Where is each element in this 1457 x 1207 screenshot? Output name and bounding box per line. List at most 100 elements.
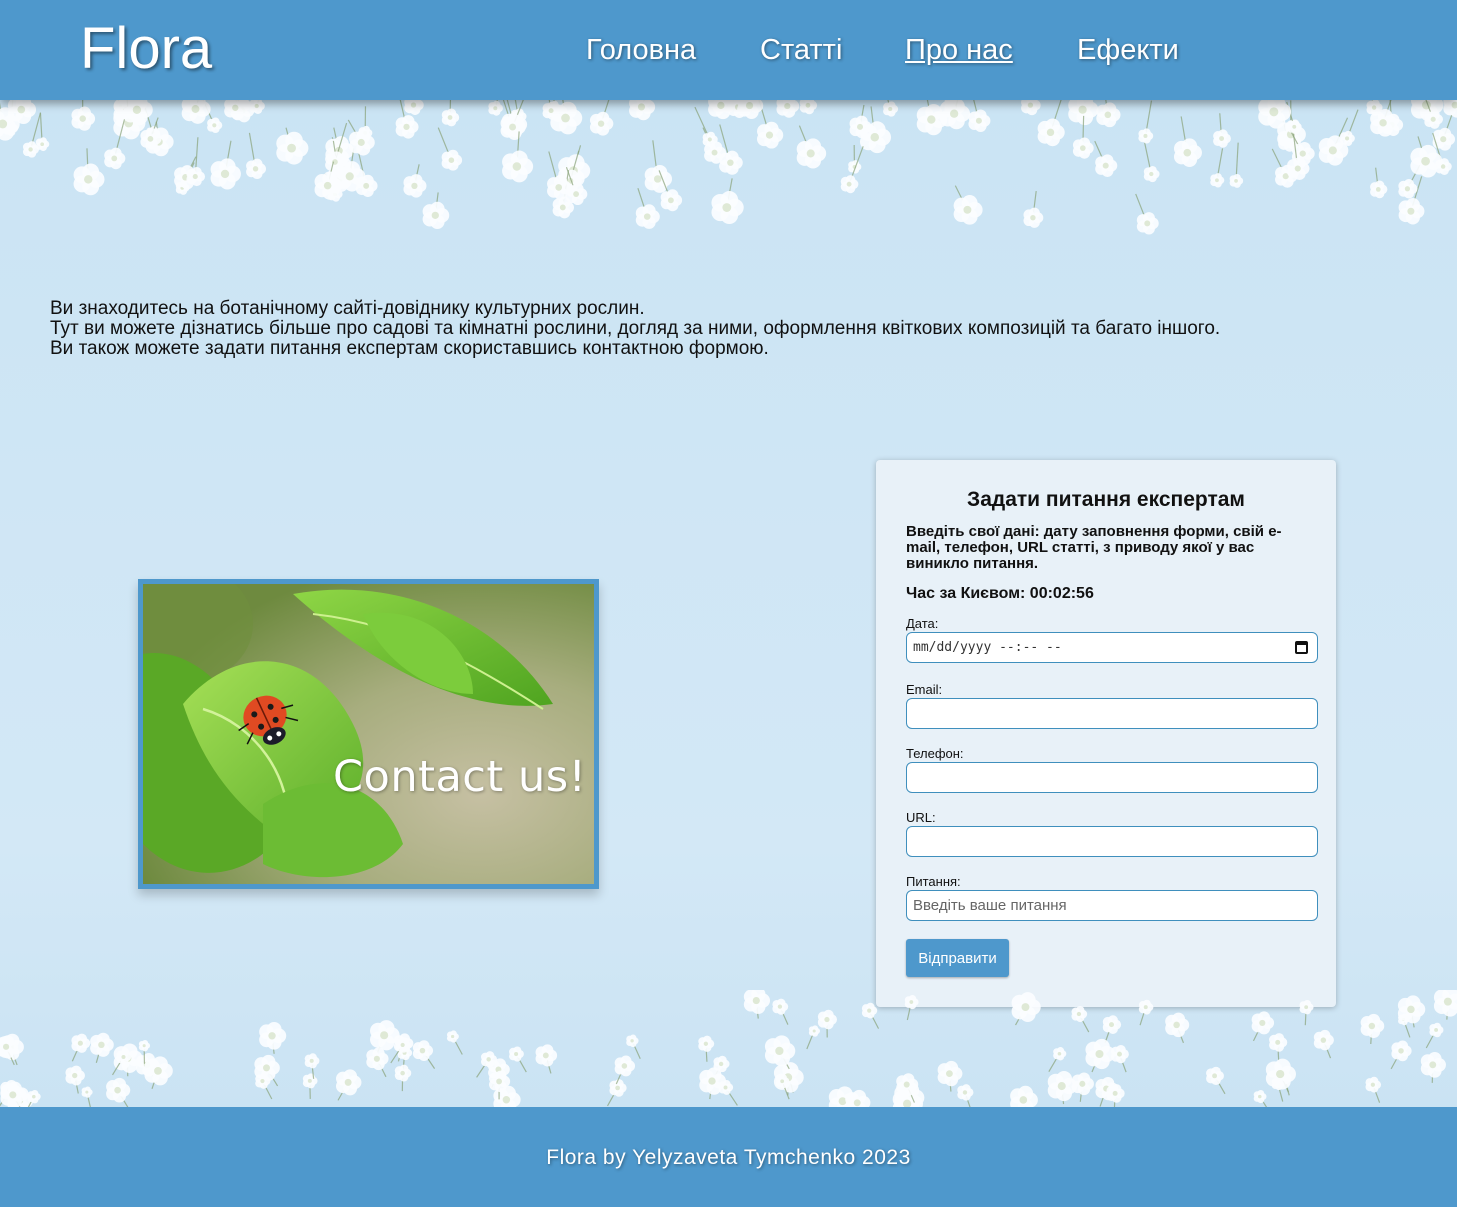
- email-label: Email:: [906, 682, 943, 697]
- intro-line-1: Ви знаходитесь на ботанічному сайті-дові…: [50, 298, 645, 319]
- flower-cluster: [71, 106, 96, 131]
- site-header: Flora Головна Статті Про нас Ефекти: [0, 0, 1457, 100]
- contact-form: Задати питання експертам Введіть свої да…: [876, 460, 1336, 1007]
- flower-cluster: [446, 1030, 459, 1043]
- flower-cluster: [1138, 128, 1154, 144]
- flower-cluster: [276, 131, 309, 165]
- phone-label: Телефон:: [906, 746, 964, 761]
- flower-cluster: [1433, 990, 1457, 1017]
- flower-cluster: [27, 1089, 41, 1104]
- calendar-icon[interactable]: [1295, 641, 1308, 654]
- flower-cluster: [81, 1086, 93, 1098]
- flower-cluster: [861, 1002, 878, 1019]
- flower-cluster: [644, 164, 673, 193]
- flower-cluster: [144, 1056, 173, 1086]
- flower-cluster: [937, 1060, 963, 1087]
- main-nav: Головна Статті Про нас Ефекти: [0, 32, 1457, 72]
- flower-cluster: [1269, 1033, 1288, 1052]
- flower-cluster: [772, 998, 789, 1015]
- flower-cluster: [719, 150, 743, 175]
- date-label: Дата:: [906, 616, 939, 631]
- flower-cluster: [614, 1055, 636, 1077]
- nav-about[interactable]: Про нас: [905, 32, 1013, 68]
- flower-cluster: [1102, 1015, 1122, 1035]
- flower-cluster: [104, 147, 126, 170]
- intro-line-3: Ви також можете задати питання експертам…: [50, 338, 769, 359]
- flower-cluster: [1429, 1022, 1444, 1038]
- email-input[interactable]: [906, 698, 1318, 729]
- ladybug-leaf-illustration: [143, 584, 594, 884]
- flower-cluster: [122, 100, 153, 126]
- flower-cluster: [589, 111, 614, 136]
- flower-cluster: [1398, 178, 1418, 199]
- phone-input[interactable]: [906, 762, 1318, 793]
- flower-cluster: [441, 149, 463, 171]
- flower-cluster: [186, 167, 206, 187]
- flower-cluster: [1443, 100, 1457, 118]
- flower-cluster: [1021, 100, 1041, 116]
- phone-field-group: Телефон:: [906, 747, 1318, 793]
- flower-cluster: [1206, 1066, 1224, 1086]
- intro-line-2: Тут ви можете дізнатись більше про садов…: [50, 318, 1221, 339]
- flower-cluster: [1106, 1084, 1125, 1103]
- flower-cluster: [1047, 1071, 1078, 1102]
- flower-cluster: [1138, 999, 1154, 1015]
- flower-cluster: [764, 1035, 796, 1067]
- nav-articles[interactable]: Статті: [760, 32, 842, 68]
- question-input[interactable]: Введіть ваше питання: [906, 890, 1318, 921]
- flower-cluster: [1096, 102, 1121, 128]
- flower-cluster: [254, 1054, 280, 1081]
- submit-button[interactable]: Відправити: [906, 939, 1009, 977]
- date-input[interactable]: mm/dd/yyyy --:-- --: [906, 632, 1318, 663]
- flower-cluster: [336, 1069, 362, 1096]
- flower-cluster: [1424, 109, 1443, 129]
- flower-cluster: [1165, 1012, 1190, 1038]
- flower-cluster: [403, 174, 427, 198]
- flower-cluster: [1265, 1058, 1296, 1090]
- flower-cluster: [629, 100, 656, 121]
- flower-cluster: [138, 1039, 151, 1052]
- flower-cluster: [535, 1044, 558, 1067]
- flower-cluster: [799, 100, 818, 115]
- flower-cluster: [207, 117, 223, 134]
- kyiv-time-label: Час за Києвом: 00:02:56: [906, 585, 1094, 602]
- flower-cluster: [1360, 1013, 1385, 1039]
- flower-cluster: [1095, 154, 1118, 177]
- flower-cluster: [1023, 207, 1044, 228]
- flower-cluster: [1313, 1029, 1334, 1051]
- flower-cluster: [106, 1077, 131, 1103]
- nav-effects[interactable]: Ефекти: [1077, 32, 1179, 68]
- flower-cluster: [1432, 127, 1456, 151]
- flower-cluster: [422, 201, 450, 229]
- flower-cluster: [1136, 212, 1159, 235]
- footer-credits: Flora by Yelyzaveta Tymchenko 2023: [546, 1146, 911, 1169]
- flower-cluster: [1339, 130, 1355, 147]
- flower-cluster: [776, 100, 800, 118]
- flower-cluster: [626, 1034, 639, 1048]
- nav-home[interactable]: Головна: [586, 32, 696, 68]
- flower-cluster: [509, 1046, 524, 1062]
- flower-cluster: [1253, 1090, 1267, 1104]
- flowers-decoration-bottom: [0, 990, 1457, 1107]
- flower-cluster: [848, 160, 862, 174]
- flower-cluster: [939, 100, 971, 130]
- flower-cluster: [635, 204, 660, 229]
- flower-cluster: [1011, 992, 1041, 1022]
- flower-cluster: [808, 1025, 821, 1037]
- flower-cluster: [259, 1021, 287, 1050]
- flower-cluster: [743, 990, 771, 1014]
- flower-cluster: [609, 1079, 627, 1097]
- flower-cluster: [1053, 1047, 1067, 1061]
- flower-cluster: [71, 1033, 91, 1053]
- flower-cluster: [1210, 173, 1225, 188]
- url-input[interactable]: [906, 826, 1318, 857]
- flower-cluster: [1143, 165, 1160, 183]
- flower-cluster: [757, 121, 784, 149]
- flower-cluster: [957, 1084, 974, 1101]
- flower-cluster: [412, 1040, 434, 1061]
- flower-cluster: [1420, 1051, 1446, 1078]
- flower-cluster: [394, 1064, 412, 1082]
- flower-cluster: [1391, 1040, 1412, 1062]
- flower-cluster: [1085, 1038, 1115, 1070]
- date-field-group: Дата: mm/dd/yyyy --:-- --: [906, 617, 1318, 663]
